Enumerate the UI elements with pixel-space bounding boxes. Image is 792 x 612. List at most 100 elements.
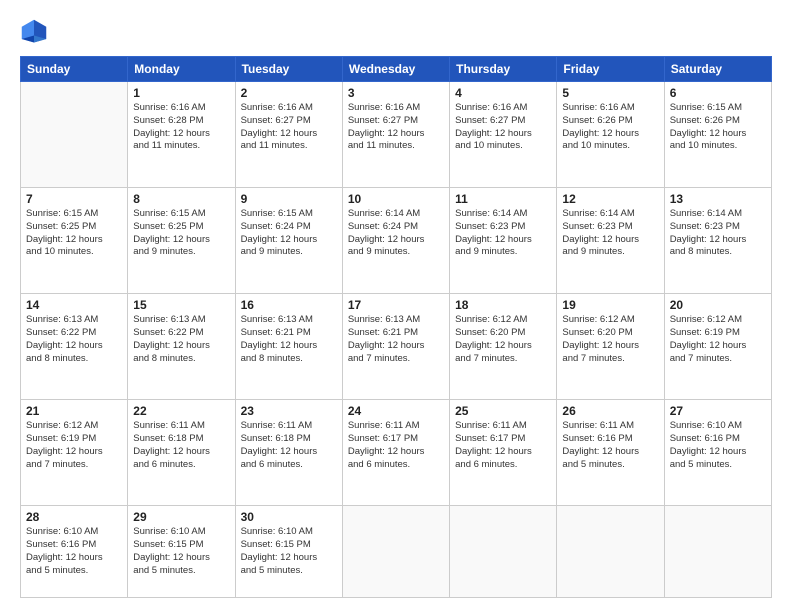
day-number: 22: [133, 404, 229, 418]
cell-info: Sunrise: 6:13 AM Sunset: 6:21 PM Dayligh…: [348, 314, 444, 365]
cell-info: Sunrise: 6:12 AM Sunset: 6:20 PM Dayligh…: [455, 314, 551, 365]
calendar-cell: 29Sunrise: 6:10 AM Sunset: 6:15 PM Dayli…: [128, 506, 235, 598]
calendar-cell: 7 Sunrise: 6:15 AM Sunset: 6:25 PM Daylig…: [21, 188, 128, 294]
cell-info: Sunrise: 6:13 AM Sunset: 6:22 PM Dayligh…: [133, 314, 229, 365]
calendar-day-header: Saturday: [664, 57, 771, 82]
day-number: 10: [348, 192, 444, 206]
day-number: 20: [670, 298, 766, 312]
calendar-cell: 8 Sunrise: 6:15 AM Sunset: 6:25 PM Daylig…: [128, 188, 235, 294]
calendar-week-row: 14 Sunrise: 6:13 AM Sunset: 6:22 PM Dayli…: [21, 294, 772, 400]
calendar-cell: 22 Sunrise: 6:11 AM Sunset: 6:18 PM Dayli…: [128, 400, 235, 506]
calendar-day-header: Wednesday: [342, 57, 449, 82]
calendar-cell: 24 Sunrise: 6:11 AM Sunset: 6:17 PM Dayli…: [342, 400, 449, 506]
calendar-cell: 21Sunrise: 6:12 AM Sunset: 6:19 PM Dayli…: [21, 400, 128, 506]
calendar-cell: [450, 506, 557, 598]
calendar-day-header: Thursday: [450, 57, 557, 82]
cell-info: Sunrise: 6:13 AM Sunset: 6:21 PM Dayligh…: [241, 314, 337, 365]
calendar-cell: 17 Sunrise: 6:13 AM Sunset: 6:21 PM Dayli…: [342, 294, 449, 400]
cell-info: Sunrise: 6:16 AM Sunset: 6:26 PM Dayligh…: [562, 102, 658, 153]
calendar-cell: [664, 506, 771, 598]
day-number: 3: [348, 86, 444, 100]
cell-info: Sunrise: 6:11 AM Sunset: 6:17 PM Dayligh…: [348, 420, 444, 471]
cell-info: Sunrise: 6:10 AM Sunset: 6:16 PM Dayligh…: [26, 526, 122, 577]
calendar-cell: 16 Sunrise: 6:13 AM Sunset: 6:21 PM Dayli…: [235, 294, 342, 400]
day-number: 2: [241, 86, 337, 100]
day-number: 6: [670, 86, 766, 100]
calendar-cell: 30Sunrise: 6:10 AM Sunset: 6:15 PM Dayli…: [235, 506, 342, 598]
calendar-cell: 12Sunrise: 6:14 AM Sunset: 6:23 PM Dayli…: [557, 188, 664, 294]
day-number: 25: [455, 404, 551, 418]
calendar-cell: 1 Sunrise: 6:16 AM Sunset: 6:28 PM Daylig…: [128, 82, 235, 188]
cell-info: Sunrise: 6:15 AM Sunset: 6:25 PM Dayligh…: [26, 208, 122, 259]
calendar-cell: 23 Sunrise: 6:11 AM Sunset: 6:18 PM Dayli…: [235, 400, 342, 506]
cell-info: Sunrise: 6:16 AM Sunset: 6:27 PM Dayligh…: [455, 102, 551, 153]
cell-info: Sunrise: 6:14 AM Sunset: 6:23 PM Dayligh…: [562, 208, 658, 259]
calendar-week-row: 28 Sunrise: 6:10 AM Sunset: 6:16 PM Dayli…: [21, 506, 772, 598]
day-number: 17: [348, 298, 444, 312]
day-number: 16: [241, 298, 337, 312]
calendar-day-header: Friday: [557, 57, 664, 82]
cell-info: Sunrise: 6:16 AM Sunset: 6:27 PM Dayligh…: [348, 102, 444, 153]
day-number: 8: [133, 192, 229, 206]
cell-info: Sunrise: 6:10 AM Sunset: 6:15 PM Dayligh…: [133, 526, 229, 577]
calendar-day-header: Monday: [128, 57, 235, 82]
calendar-cell: 10 Sunrise: 6:14 AM Sunset: 6:24 PM Dayli…: [342, 188, 449, 294]
day-number: 14: [26, 298, 122, 312]
day-number: 4: [455, 86, 551, 100]
cell-info: Sunrise: 6:15 AM Sunset: 6:26 PM Dayligh…: [670, 102, 766, 153]
calendar-week-row: 21Sunrise: 6:12 AM Sunset: 6:19 PM Dayli…: [21, 400, 772, 506]
calendar-cell: 27Sunrise: 6:10 AM Sunset: 6:16 PM Dayli…: [664, 400, 771, 506]
calendar-day-header: Tuesday: [235, 57, 342, 82]
day-number: 7: [26, 192, 122, 206]
calendar-cell: 11 Sunrise: 6:14 AM Sunset: 6:23 PM Dayli…: [450, 188, 557, 294]
calendar-cell: [21, 82, 128, 188]
day-number: 5: [562, 86, 658, 100]
cell-info: Sunrise: 6:12 AM Sunset: 6:20 PM Dayligh…: [562, 314, 658, 365]
calendar-day-header: Sunday: [21, 57, 128, 82]
calendar-week-row: 7 Sunrise: 6:15 AM Sunset: 6:25 PM Daylig…: [21, 188, 772, 294]
calendar-cell: 13 Sunrise: 6:14 AM Sunset: 6:23 PM Dayli…: [664, 188, 771, 294]
calendar-cell: 4 Sunrise: 6:16 AM Sunset: 6:27 PM Daylig…: [450, 82, 557, 188]
calendar-cell: 28 Sunrise: 6:10 AM Sunset: 6:16 PM Dayli…: [21, 506, 128, 598]
day-number: 21: [26, 404, 122, 418]
header: [20, 18, 772, 46]
cell-info: Sunrise: 6:13 AM Sunset: 6:22 PM Dayligh…: [26, 314, 122, 365]
day-number: 28: [26, 510, 122, 524]
calendar-cell: 19Sunrise: 6:12 AM Sunset: 6:20 PM Dayli…: [557, 294, 664, 400]
day-number: 1: [133, 86, 229, 100]
calendar-cell: 20 Sunrise: 6:12 AM Sunset: 6:19 PM Dayli…: [664, 294, 771, 400]
cell-info: Sunrise: 6:16 AM Sunset: 6:28 PM Dayligh…: [133, 102, 229, 153]
calendar-cell: 14 Sunrise: 6:13 AM Sunset: 6:22 PM Dayli…: [21, 294, 128, 400]
cell-info: Sunrise: 6:11 AM Sunset: 6:17 PM Dayligh…: [455, 420, 551, 471]
day-number: 15: [133, 298, 229, 312]
logo-icon: [20, 18, 48, 46]
calendar-cell: 2 Sunrise: 6:16 AM Sunset: 6:27 PM Daylig…: [235, 82, 342, 188]
cell-info: Sunrise: 6:14 AM Sunset: 6:23 PM Dayligh…: [670, 208, 766, 259]
cell-info: Sunrise: 6:14 AM Sunset: 6:23 PM Dayligh…: [455, 208, 551, 259]
day-number: 18: [455, 298, 551, 312]
calendar-cell: 6 Sunrise: 6:15 AM Sunset: 6:26 PM Daylig…: [664, 82, 771, 188]
calendar-week-row: 1 Sunrise: 6:16 AM Sunset: 6:28 PM Daylig…: [21, 82, 772, 188]
calendar-table: SundayMondayTuesdayWednesdayThursdayFrid…: [20, 56, 772, 598]
day-number: 24: [348, 404, 444, 418]
calendar-cell: 9Sunrise: 6:15 AM Sunset: 6:24 PM Daylig…: [235, 188, 342, 294]
calendar-cell: 3 Sunrise: 6:16 AM Sunset: 6:27 PM Daylig…: [342, 82, 449, 188]
cell-info: Sunrise: 6:11 AM Sunset: 6:18 PM Dayligh…: [241, 420, 337, 471]
cell-info: Sunrise: 6:14 AM Sunset: 6:24 PM Dayligh…: [348, 208, 444, 259]
calendar-cell: 18 Sunrise: 6:12 AM Sunset: 6:20 PM Dayli…: [450, 294, 557, 400]
day-number: 23: [241, 404, 337, 418]
cell-info: Sunrise: 6:12 AM Sunset: 6:19 PM Dayligh…: [670, 314, 766, 365]
day-number: 26: [562, 404, 658, 418]
calendar-cell: 25 Sunrise: 6:11 AM Sunset: 6:17 PM Dayli…: [450, 400, 557, 506]
cell-info: Sunrise: 6:15 AM Sunset: 6:25 PM Dayligh…: [133, 208, 229, 259]
cell-info: Sunrise: 6:11 AM Sunset: 6:16 PM Dayligh…: [562, 420, 658, 471]
cell-info: Sunrise: 6:15 AM Sunset: 6:24 PM Dayligh…: [241, 208, 337, 259]
cell-info: Sunrise: 6:11 AM Sunset: 6:18 PM Dayligh…: [133, 420, 229, 471]
cell-info: Sunrise: 6:16 AM Sunset: 6:27 PM Dayligh…: [241, 102, 337, 153]
calendar-cell: 15 Sunrise: 6:13 AM Sunset: 6:22 PM Dayli…: [128, 294, 235, 400]
day-number: 13: [670, 192, 766, 206]
day-number: 11: [455, 192, 551, 206]
calendar-cell: [557, 506, 664, 598]
cell-info: Sunrise: 6:10 AM Sunset: 6:15 PM Dayligh…: [241, 526, 337, 577]
calendar-cell: [342, 506, 449, 598]
